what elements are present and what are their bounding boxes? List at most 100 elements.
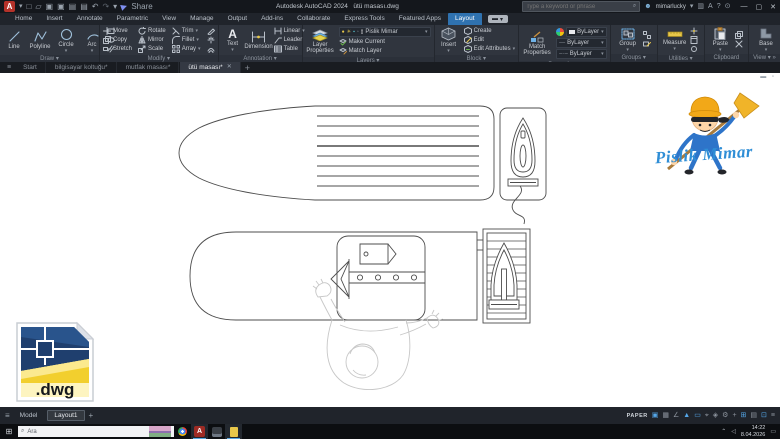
view-panel-label[interactable]: View ▾ » xyxy=(749,54,780,62)
paste-dropdown-icon[interactable]: ▾ xyxy=(719,48,722,52)
chrome-taskbar-icon[interactable] xyxy=(174,424,191,439)
minimize-button[interactable]: — xyxy=(741,3,748,11)
ribbon-tab-parametric[interactable]: Parametric xyxy=(110,13,155,25)
ribbon-tab-manage[interactable]: Manage xyxy=(183,13,221,25)
layout1-tab[interactable]: Layout1 xyxy=(47,410,84,421)
close-button[interactable]: ✕ xyxy=(770,3,776,11)
help-icon[interactable]: ? xyxy=(717,3,721,10)
cut-icon[interactable] xyxy=(735,40,743,48)
taskbar-search-box[interactable]: ⌕ Ara xyxy=(18,426,174,437)
scale-tool[interactable]: Scale xyxy=(138,45,166,53)
autocad-logo-icon[interactable]: A xyxy=(4,1,15,12)
file-tab-start[interactable]: Start xyxy=(15,62,46,73)
fillet-dropdown-icon[interactable]: ▾ xyxy=(196,38,199,42)
linear-tool[interactable]: Linear▾ xyxy=(274,27,305,35)
model-tab[interactable]: Model xyxy=(14,411,44,420)
drawing-canvas[interactable]: Pislik Mimar .dwg ▬ ▫ xyxy=(0,73,780,407)
id-point-icon[interactable] xyxy=(690,27,698,35)
grid-icon[interactable]: ▣ xyxy=(652,412,659,419)
quick-properties-icon[interactable]: ▤ xyxy=(750,412,757,419)
redo-icon[interactable]: ↷ xyxy=(102,3,109,11)
mirror-tool[interactable]: Mirror xyxy=(138,36,166,44)
object-color-dropdown[interactable]: ByLayer ▾ xyxy=(566,27,607,37)
leader-tool[interactable]: Leader xyxy=(274,36,305,44)
quick-calc-icon[interactable] xyxy=(690,36,698,44)
polyline-tool[interactable]: Polyline xyxy=(29,30,51,50)
workspace-gear-icon[interactable]: ⚙ xyxy=(722,412,728,419)
new-layout-icon[interactable]: + xyxy=(89,411,94,420)
qat-dropdown-icon[interactable]: ▾ xyxy=(113,3,117,11)
autocad-taskbar-icon[interactable]: A xyxy=(191,424,208,439)
trim-dropdown-icon[interactable]: ▾ xyxy=(195,29,198,33)
help-search-box[interactable]: ⌕ xyxy=(522,1,640,12)
annotation-scale-icon[interactable]: ⊞ xyxy=(741,412,747,419)
plot-icon[interactable]: ▤ xyxy=(69,3,77,11)
circle-tool[interactable]: Circle ▾ xyxy=(55,28,77,53)
point-style-icon[interactable] xyxy=(690,45,698,53)
undo-icon[interactable]: ↶ xyxy=(92,3,99,11)
rotate-tool[interactable]: Rotate xyxy=(138,27,166,35)
file-tabs-menu-icon[interactable]: ≡ xyxy=(4,64,14,71)
lineweight-display-icon[interactable]: ◈ xyxy=(713,412,718,419)
search-icon[interactable]: ⌕ xyxy=(633,3,636,10)
ribbon-tab-annotate[interactable]: Annotate xyxy=(70,13,110,25)
isodraft-icon[interactable]: ▲ xyxy=(683,412,690,419)
osnap-icon[interactable]: ▭ xyxy=(694,412,701,419)
group-edit-icon[interactable] xyxy=(643,40,651,48)
base-view-tool[interactable]: Base ▾ xyxy=(755,27,777,52)
share-button[interactable]: Share xyxy=(131,3,152,11)
edit-block-tool[interactable]: Edit xyxy=(464,36,516,44)
copy-clip-icon[interactable] xyxy=(735,31,743,39)
base-dropdown-icon[interactable]: ▾ xyxy=(765,48,768,52)
linetype-dropdown[interactable]: –·– ByLayer ▾ xyxy=(556,49,607,59)
ribbon-tab-featured-apps[interactable]: Featured Apps xyxy=(392,13,448,25)
app-taskbar-icon[interactable] xyxy=(208,424,225,439)
file-tab-close-icon[interactable]: ✕ xyxy=(227,62,232,73)
file-tab-utu-masasi[interactable]: ütü masası* ✕ xyxy=(180,62,240,73)
ribbon-display-toggle[interactable]: ▬ ▾ xyxy=(488,15,508,23)
snap-icon[interactable]: ▦ xyxy=(662,412,669,419)
ribbon-tab-insert[interactable]: Insert xyxy=(39,13,69,25)
autodesk-a360-icon[interactable]: A xyxy=(708,3,713,10)
group-dropdown-icon[interactable]: ▾ xyxy=(626,48,629,52)
move-tool[interactable]: Move xyxy=(103,27,132,35)
customization-icon[interactable]: ≡ xyxy=(771,412,775,419)
copy-tool[interactable]: Copy xyxy=(103,36,132,44)
ribbon-collapse-icon[interactable]: » xyxy=(772,55,775,61)
layout-menu-icon[interactable]: ≡ xyxy=(5,411,10,420)
user-menu-chevron-icon[interactable]: ▾ xyxy=(690,3,694,10)
array-tool[interactable]: Array▾ xyxy=(172,45,201,53)
search-highlight-thumbnail[interactable] xyxy=(149,426,171,437)
text-dropdown-icon[interactable]: ▾ xyxy=(231,48,234,52)
ribbon-tab-addins[interactable]: Add-ins xyxy=(254,13,290,25)
paper-space-label[interactable]: PAPER xyxy=(627,413,648,419)
insert-dropdown-icon[interactable]: ▾ xyxy=(447,49,450,53)
paste-tool[interactable]: Paste ▾ xyxy=(709,27,731,52)
group-tool[interactable]: Group ▾ xyxy=(617,28,639,52)
open-file-icon[interactable]: ▱ xyxy=(35,3,41,11)
clean-screen-icon[interactable]: ⊡ xyxy=(761,412,767,419)
layer-dropdown[interactable]: ● ☀ ▪ ▫ ▯ Pislik Mimar ▾ xyxy=(339,27,431,37)
object-snap-tracking-icon[interactable]: ⌖ xyxy=(705,412,709,419)
tray-expand-icon[interactable]: ⌃ xyxy=(721,428,726,435)
add-scales-icon[interactable]: + xyxy=(732,412,736,419)
help-search-input[interactable] xyxy=(526,4,631,10)
print-icon[interactable]: ▤ xyxy=(80,3,88,11)
save-icon[interactable]: ▣ xyxy=(46,3,54,11)
explode-tool-icon[interactable] xyxy=(207,36,215,44)
circle-dropdown-icon[interactable]: ▾ xyxy=(65,49,68,53)
measure-tool[interactable]: Measure ▾ xyxy=(663,29,686,51)
text-tool[interactable]: A Text ▾ xyxy=(222,28,244,52)
speaker-icon[interactable]: ◁ xyxy=(731,428,736,435)
file-tab-mutfak-masasi[interactable]: mutfak masası* xyxy=(118,62,180,73)
measure-dropdown-icon[interactable]: ▾ xyxy=(673,47,676,51)
connectivity-icon[interactable]: ⊙ xyxy=(725,3,731,10)
viewport-window-controls[interactable]: ▬ ▫ xyxy=(760,74,776,80)
insert-block-tool[interactable]: Insert ▾ xyxy=(438,27,460,53)
match-layer-tool[interactable]: Match Layer xyxy=(339,47,431,55)
arc-dropdown-icon[interactable]: ▾ xyxy=(91,49,94,53)
signed-in-user[interactable]: mimarlucky xyxy=(656,4,686,10)
notes-taskbar-icon[interactable] xyxy=(225,424,242,439)
match-properties-button[interactable]: Match Properties xyxy=(522,31,552,56)
layer-properties-button[interactable]: Layer Properties xyxy=(306,29,335,54)
